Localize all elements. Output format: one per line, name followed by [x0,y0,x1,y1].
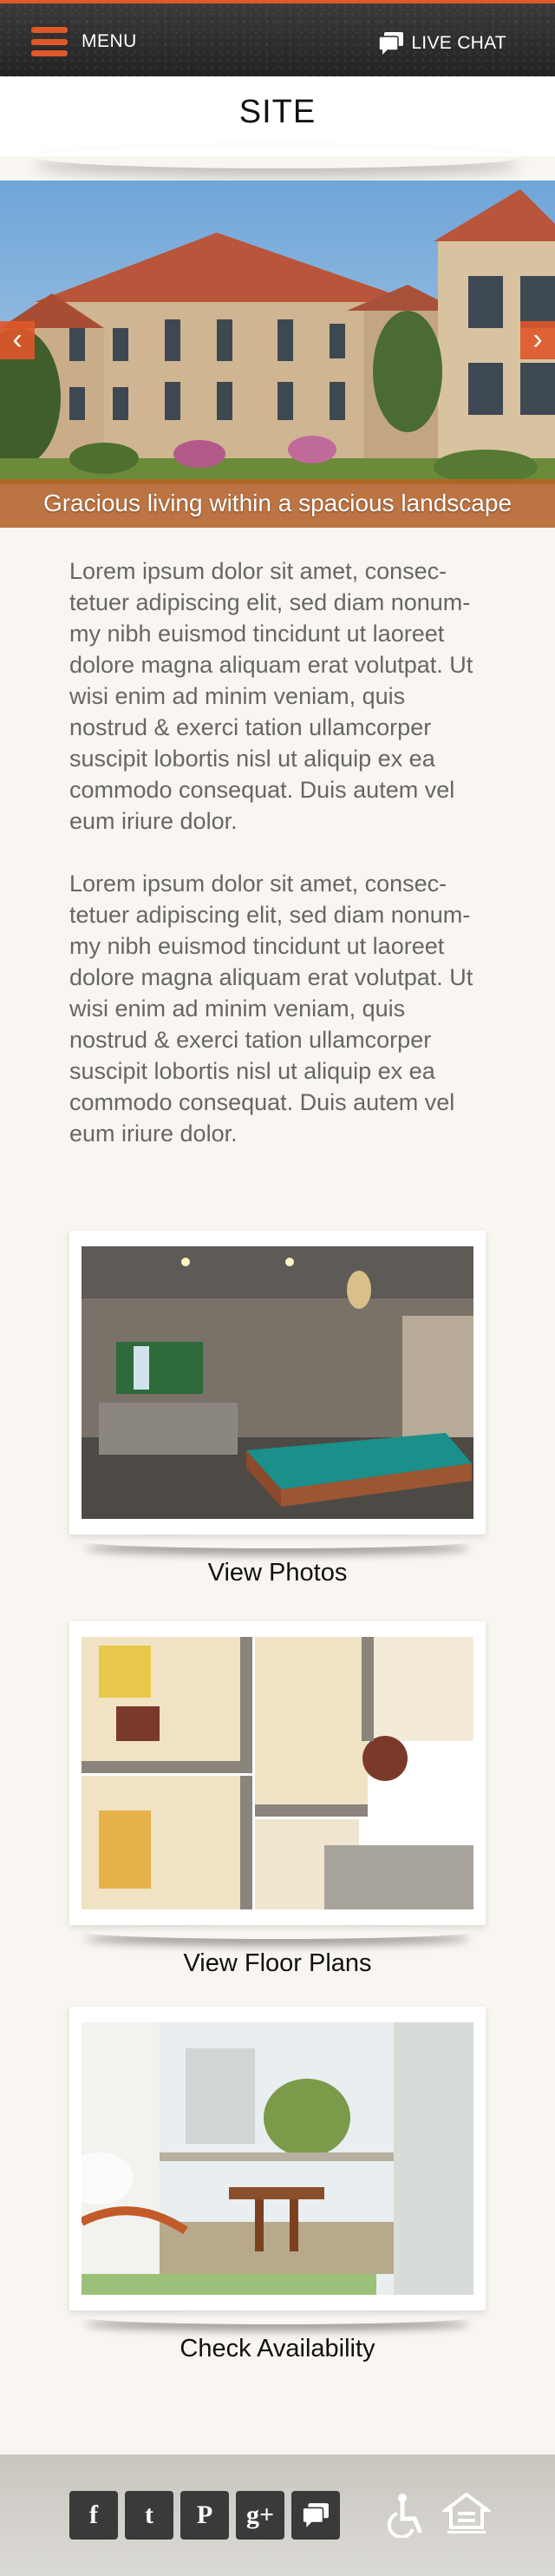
pinterest-icon[interactable]: P [180,2491,229,2540]
view-floor-plans-thumbnail[interactable] [69,1621,486,1925]
hamburger-icon [31,27,68,56]
live-chat-button[interactable]: LIVE CHAT [378,28,506,59]
equal-housing-icon [442,2493,491,2533]
site-title[interactable]: SITE [0,94,555,131]
intro-paragraph-1: Lorem ipsum dolor sit amet, consec-tetue… [69,558,473,834]
card-shadow [85,2310,470,2324]
facebook-icon[interactable]: f [69,2491,118,2540]
hero-slider: ‹ › Gracious living within a spacious la… [0,181,555,528]
check-availability-thumbnail[interactable] [64,2007,486,2310]
hero-caption: Gracious living within a spacious landsc… [42,490,513,516]
check-availability-link[interactable]: Check Availability [69,2335,486,2363]
menu-button[interactable]: MENU [31,26,137,57]
view-photos-thumbnail[interactable] [69,1231,486,1534]
hero-prev-arrow[interactable]: ‹ [0,321,35,359]
balcony-photo-icon [64,2022,473,2295]
top-bar: MENU LIVE CHAT [0,0,555,76]
living-room-photo-icon [82,1246,473,1519]
twitter-icon[interactable]: t [125,2491,173,2540]
intro-paragraph-2: Lorem ipsum dolor sit amet, consec-tetue… [69,871,473,1147]
social-links: f t P g+ [69,2491,340,2540]
card-shadow [85,1534,470,1548]
chat-bubble-icon [378,32,404,55]
hero-caption-bar: Gracious living within a spacious landsc… [0,479,555,528]
chat-icon[interactable] [291,2491,340,2540]
live-chat-label: LIVE CHAT [411,33,506,53]
floor-plan-photo-icon [82,1637,473,1909]
header-divider-shadow [35,146,520,168]
footer: f t P g+ [0,2454,555,2576]
view-floor-plans-link[interactable]: View Floor Plans [69,1949,486,1978]
accessibility-icon[interactable] [387,2493,428,2538]
site-header: SITE [0,76,555,156]
menu-label: MENU [82,31,137,51]
hero-next-arrow[interactable]: › [520,321,555,359]
google-plus-icon[interactable]: g+ [236,2491,284,2540]
hero-building-image [0,181,555,528]
view-photos-link[interactable]: View Photos [69,1559,486,1587]
card-shadow [85,1925,470,1939]
